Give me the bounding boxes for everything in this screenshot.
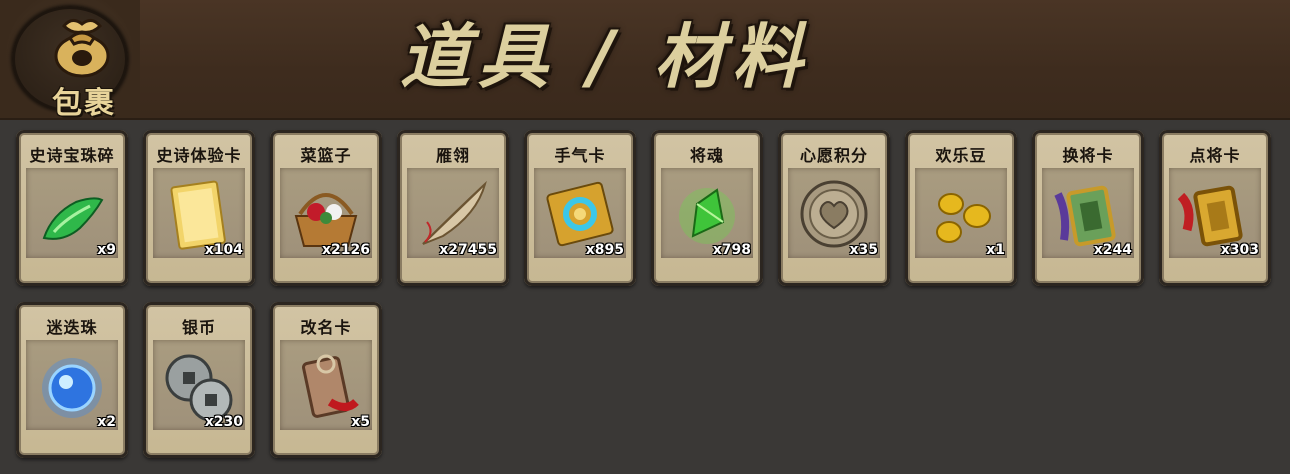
bag-icon bbox=[54, 19, 110, 78]
item-name: 欢乐豆 bbox=[935, 146, 987, 165]
item-count: x9 bbox=[97, 242, 116, 258]
item-count: x895 bbox=[585, 242, 624, 258]
item-name: 点将卡 bbox=[1189, 146, 1241, 165]
item-name: 银币 bbox=[181, 318, 216, 337]
item-count: x5 bbox=[351, 414, 370, 430]
bag-emblem[interactable]: 包裹 bbox=[0, 0, 140, 121]
item-card[interactable]: 迷迭珠 x2 bbox=[16, 302, 128, 458]
item-card[interactable]: 雁翎 x27455 bbox=[397, 130, 509, 286]
inventory-header: 包裹 道具 / 材料 bbox=[0, 0, 1290, 121]
item-card[interactable]: 菜篮子 x2126 bbox=[270, 130, 382, 286]
item-count: x27455 bbox=[439, 242, 497, 258]
item-name: 改名卡 bbox=[300, 318, 352, 337]
page-title: 道具 / 材料 bbox=[400, 16, 811, 98]
item-count: x2126 bbox=[322, 242, 370, 258]
item-count: x1 bbox=[986, 242, 1005, 258]
item-count: x303 bbox=[1220, 242, 1259, 258]
item-card[interactable]: 史诗宝珠碎 x9 bbox=[16, 130, 128, 286]
item-card[interactable]: 心愿积分 x35 bbox=[778, 130, 890, 286]
item-count: x230 bbox=[204, 414, 243, 430]
item-count: x35 bbox=[849, 242, 878, 258]
item-name: 手气卡 bbox=[554, 146, 606, 165]
item-card[interactable]: 换将卡 x244 bbox=[1032, 130, 1144, 286]
item-card[interactable]: 将魂 x798 bbox=[651, 130, 763, 286]
item-name: 菜篮子 bbox=[300, 146, 352, 165]
item-name: 史诗宝珠碎 bbox=[29, 146, 115, 165]
item-card[interactable]: 手气卡 x895 bbox=[524, 130, 636, 286]
item-name: 迷迭珠 bbox=[46, 318, 98, 337]
item-name: 心愿积分 bbox=[799, 146, 868, 165]
item-count: x798 bbox=[712, 242, 751, 258]
item-name: 换将卡 bbox=[1062, 146, 1114, 165]
item-card[interactable]: 银币 x230 bbox=[143, 302, 255, 458]
item-card[interactable]: 点将卡 x303 bbox=[1159, 130, 1271, 286]
item-count: x104 bbox=[204, 242, 243, 258]
item-name: 将魂 bbox=[689, 146, 724, 165]
item-card[interactable]: 史诗体验卡 x104 bbox=[143, 130, 255, 286]
item-name: 史诗体验卡 bbox=[156, 146, 242, 165]
item-count: x2 bbox=[97, 414, 116, 430]
item-name: 雁翎 bbox=[435, 146, 470, 165]
bag-label: 包裹 bbox=[52, 86, 116, 121]
item-card[interactable]: 改名卡 x5 bbox=[270, 302, 382, 458]
bag-circle: 包裹 bbox=[12, 6, 128, 121]
item-count: x244 bbox=[1093, 242, 1132, 258]
item-card[interactable]: 欢乐豆 x1 bbox=[905, 130, 1017, 286]
